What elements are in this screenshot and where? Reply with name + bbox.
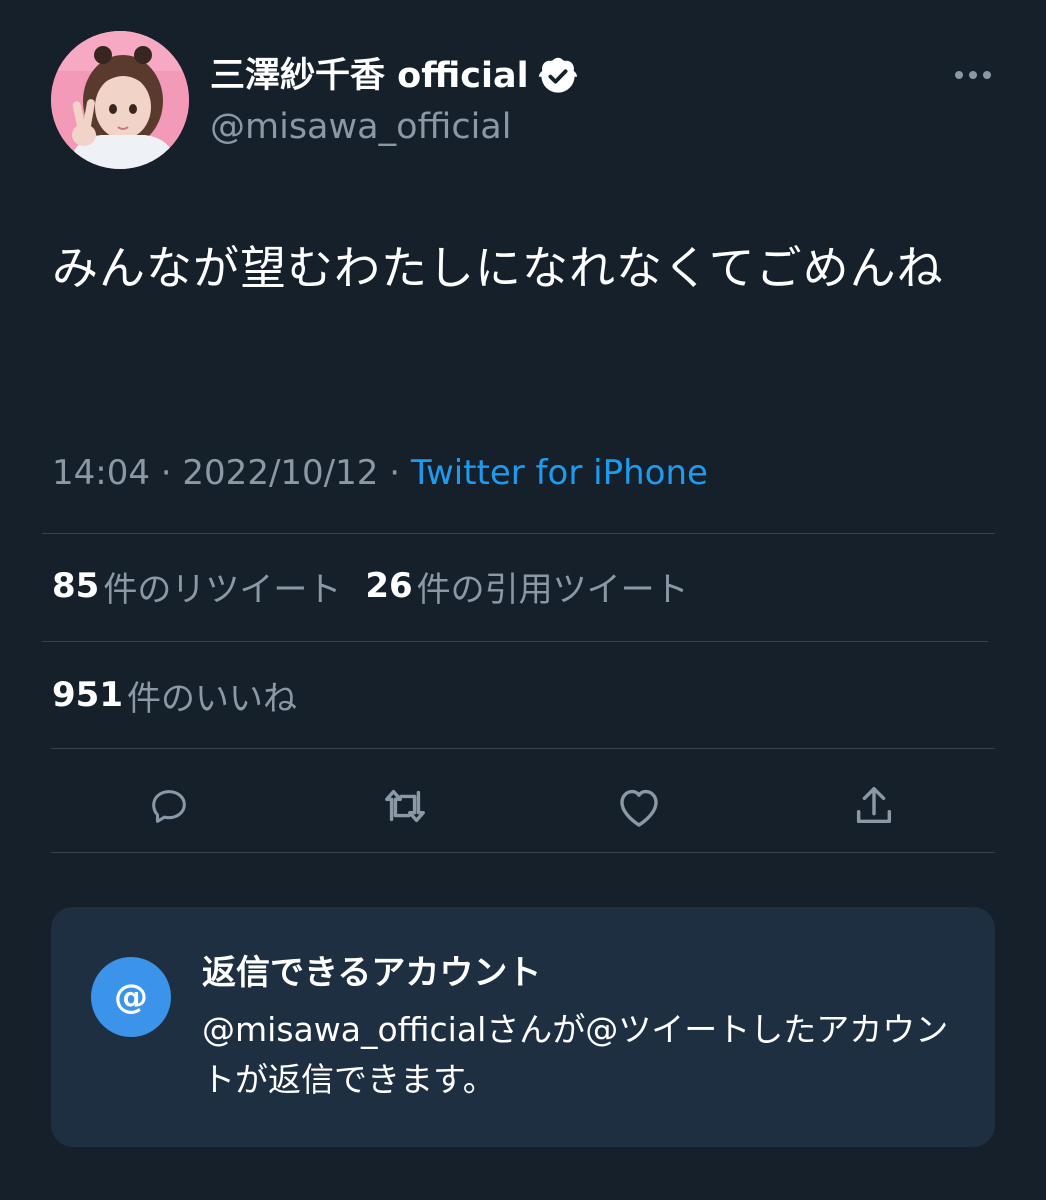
- author-display-name[interactable]: 三澤紗千香 official: [210, 52, 529, 100]
- reply-bubble-icon: [152, 790, 186, 823]
- retweet-stats-row: 85 件のリツイート 26 件の引用ツイート: [52, 561, 689, 611]
- divider: [42, 533, 995, 534]
- author-handle[interactable]: @misawa_official: [210, 104, 511, 150]
- tweet-time[interactable]: 14:04: [52, 453, 150, 493]
- retweet-button[interactable]: [377, 778, 433, 834]
- reply-restriction-card: @ 返信できるアカウント @misawa_officialさんが@ツイートしたア…: [51, 907, 995, 1147]
- quotes-count: 26: [365, 566, 413, 606]
- author-name-row[interactable]: 三澤紗千香 official: [210, 52, 577, 100]
- reply-button[interactable]: [141, 778, 197, 834]
- retweet-icon: [385, 789, 425, 823]
- likes-stat[interactable]: 951 件のいいね: [52, 671, 297, 720]
- avatar-photo: [51, 31, 189, 169]
- divider: [51, 852, 995, 853]
- likes-stats-row: 951 件のいいね: [52, 670, 297, 720]
- retweets-stat[interactable]: 85 件のリツイート: [52, 562, 341, 611]
- tweet-meta: 14:04 · 2022/10/12 · Twitter for iPhone: [52, 448, 708, 498]
- meta-separator: ·: [149, 453, 183, 493]
- quotes-stat[interactable]: 26 件の引用ツイート: [365, 562, 688, 611]
- share-upload-icon: [856, 787, 892, 824]
- mention-icon: @: [91, 957, 171, 1037]
- reply-restriction-title: 返信できるアカウント: [202, 953, 542, 993]
- author-avatar[interactable]: [51, 31, 189, 169]
- share-button[interactable]: [846, 778, 902, 834]
- like-button[interactable]: [611, 778, 667, 834]
- heart-icon: [620, 789, 658, 827]
- meta-separator: ·: [378, 453, 411, 493]
- likes-count: 951: [52, 675, 123, 715]
- likes-label: 件のいいね: [126, 678, 297, 719]
- tweet-source-link[interactable]: Twitter for iPhone: [411, 453, 708, 493]
- tweet-text: みんなが望むわたしになれなくてごめんね: [52, 241, 944, 295]
- retweets-count: 85: [52, 566, 100, 606]
- mention-icon-glyph: @: [114, 977, 148, 1017]
- divider: [51, 748, 995, 749]
- retweets-label: 件のリツイート: [103, 569, 342, 610]
- quotes-label: 件の引用ツイート: [416, 569, 689, 610]
- more-options-button[interactable]: [948, 58, 998, 92]
- more-dots-icon: [955, 71, 991, 79]
- divider: [42, 641, 988, 642]
- tweet-date[interactable]: 2022/10/12: [182, 453, 378, 493]
- verified-badge-icon: [538, 57, 577, 93]
- reply-restriction-body: @misawa_officialさんが@ツイートしたアカウントが返信できます。: [202, 1010, 949, 1099]
